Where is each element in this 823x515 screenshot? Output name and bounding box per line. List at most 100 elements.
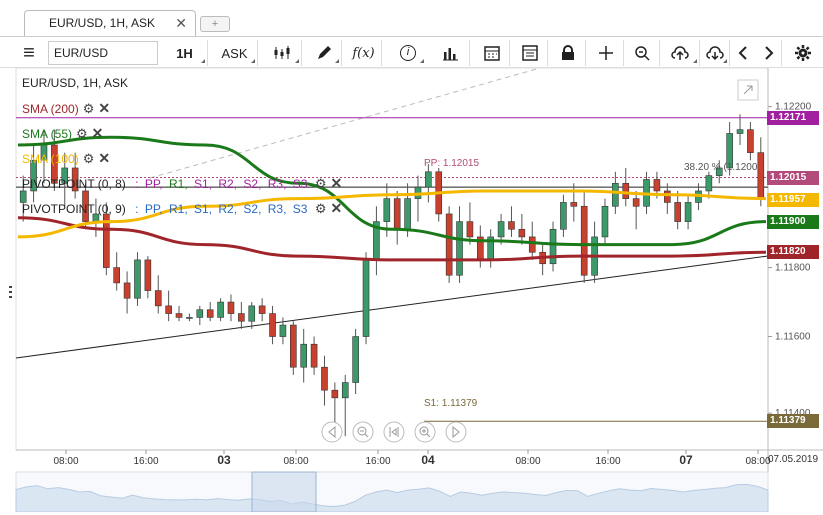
- close-icon[interactable]: ✕: [330, 200, 342, 217]
- pivot-level-r2: R2,: [218, 177, 238, 191]
- maximize-icon[interactable]: [737, 79, 759, 101]
- legend-sma100[interactable]: SMA (100) ⚙ ✕: [22, 150, 110, 167]
- candle-body: [664, 190, 671, 203]
- menu-icon[interactable]: ≡: [14, 40, 44, 66]
- volume-icon: [442, 48, 458, 61]
- close-icon[interactable]: ✕: [98, 150, 110, 167]
- indicators-button[interactable]: f(x): [346, 40, 382, 66]
- pivot-level-s1: S1,: [194, 177, 213, 191]
- close-icon[interactable]: ✕: [175, 11, 187, 35]
- chart-area[interactable]: 1.122001.118001.116001.11400 08:00 16:00 0…: [0, 67, 823, 513]
- gear-icon[interactable]: ⚙: [315, 176, 327, 192]
- candle-body: [456, 221, 463, 276]
- chart-type-icon[interactable]: [262, 40, 302, 66]
- zoom-in-icon[interactable]: [414, 421, 436, 443]
- candle-body: [227, 301, 235, 314]
- chevron-left-glyph: [738, 46, 747, 60]
- gear-icon[interactable]: [790, 40, 816, 66]
- pivot-level-s2: S2,: [243, 177, 262, 191]
- info-icon[interactable]: i: [390, 40, 426, 66]
- side-selector[interactable]: ASK: [212, 40, 258, 66]
- time-axis: 08:00 16:00 03 08:00 16:00 04 08:00 16:00 07 08:0…: [53, 450, 771, 467]
- pivot-level-s1: S1,: [194, 202, 213, 216]
- template-icon[interactable]: [512, 40, 548, 66]
- gear-icon[interactable]: ⚙: [315, 201, 327, 217]
- candle-body: [674, 202, 681, 222]
- draw-tool-icon[interactable]: [306, 40, 342, 66]
- sma55-label: SMA (55): [22, 127, 73, 141]
- price-chart[interactable]: 1.122001.118001.116001.11400 08:00 16:00 0…: [0, 67, 823, 513]
- cloud-upload-icon[interactable]: [660, 40, 700, 66]
- candle-body: [705, 175, 713, 192]
- magnifier-glyph: [634, 46, 650, 61]
- pivot-level-pp: PP,: [144, 202, 163, 216]
- cloud-download-icon[interactable]: [700, 40, 730, 66]
- candle-body: [248, 305, 256, 322]
- candle-body: [466, 221, 474, 238]
- candle-body: [560, 202, 567, 230]
- crosshair-icon[interactable]: [588, 40, 624, 66]
- reset-zoom-icon[interactable]: [383, 421, 405, 443]
- candle-body: [632, 198, 640, 207]
- gear-icon[interactable]: ⚙: [76, 126, 88, 142]
- s1-level-label: S1: 1.11379: [424, 398, 478, 409]
- time-tick-label: 16:00: [133, 456, 158, 467]
- sma100-label: SMA (100): [22, 152, 79, 166]
- new-tab-button[interactable]: +: [200, 16, 230, 32]
- side-label: ASK: [221, 45, 248, 61]
- close-icon[interactable]: ✕: [92, 125, 104, 142]
- tab-title: EUR/USD, 1H, ASK: [49, 16, 156, 30]
- toolbar: ≡ EUR/USD 1H ASK f(x) i: [0, 36, 823, 68]
- crosshair-glyph: [598, 46, 613, 60]
- chevron-right-glyph: [764, 46, 773, 60]
- candle-body: [747, 129, 754, 153]
- scroll-left-icon[interactable]: [321, 421, 343, 443]
- download-glyph: [705, 46, 724, 61]
- pivot-level-r2: R2,: [218, 202, 238, 216]
- zoom-icon[interactable]: [624, 40, 660, 66]
- candle-body: [570, 202, 578, 207]
- close-icon[interactable]: ✕: [330, 175, 342, 192]
- candle-body: [154, 290, 162, 307]
- legend-sma55[interactable]: SMA (55) ⚙ ✕: [22, 125, 103, 142]
- tab-eurusd[interactable]: EUR/USD, 1H, ASK ✕: [24, 10, 196, 36]
- zoom-out-icon[interactable]: [352, 421, 374, 443]
- candle-body: [310, 343, 318, 368]
- pivot-level-r1: R1,: [168, 177, 188, 191]
- timeframe-selector[interactable]: 1H: [162, 40, 208, 66]
- candle-body: [352, 336, 359, 383]
- candle-body: [445, 213, 453, 276]
- candle-body: [404, 198, 411, 230]
- navigator[interactable]: [15, 471, 769, 513]
- time-tick-label: 04: [421, 453, 435, 467]
- price-axis: 1.122001.118001.116001.11400: [768, 102, 812, 419]
- price-tick-label: 1.11800: [775, 263, 811, 274]
- candle-body: [622, 182, 630, 199]
- price-label: 1.12015: [767, 170, 819, 185]
- time-tick-label: 16:00: [365, 456, 390, 467]
- gear-icon[interactable]: ⚙: [83, 101, 95, 117]
- drag-handle-icon[interactable]: [9, 286, 12, 298]
- legend-pivot8[interactable]: PIVOTPOINT (0, 8) : PP, R1, S1, R2, S2, …: [22, 175, 342, 192]
- chevron-right-icon[interactable]: [756, 40, 782, 66]
- time-tick-label: 08:00: [53, 456, 78, 467]
- legend-pivot9[interactable]: PIVOTPOINT (0, 9) : PP, R1, S1, R2, S2, …: [22, 200, 342, 217]
- sma200-label: SMA (200): [22, 102, 79, 116]
- close-icon[interactable]: ✕: [98, 100, 110, 117]
- time-tick-label: 07: [679, 453, 693, 467]
- candle-body: [238, 313, 245, 322]
- calendar-icon[interactable]: [474, 40, 510, 66]
- candles-icon: [274, 46, 289, 59]
- chevron-left-icon[interactable]: [732, 40, 754, 66]
- legend-sma200[interactable]: SMA (200) ⚙ ✕: [22, 100, 110, 117]
- bar-chart-icon[interactable]: [430, 40, 470, 66]
- symbol-selector[interactable]: EUR/USD: [48, 41, 158, 65]
- scroll-right-icon[interactable]: [445, 421, 467, 443]
- candle-body: [290, 324, 297, 368]
- lock-icon[interactable]: [550, 40, 586, 66]
- candle-body: [653, 179, 661, 192]
- pivot-level-s3: S3: [292, 177, 308, 191]
- price-label: 1.11900: [767, 214, 819, 229]
- gear-icon[interactable]: ⚙: [83, 151, 95, 167]
- calendar-glyph: [483, 46, 500, 61]
